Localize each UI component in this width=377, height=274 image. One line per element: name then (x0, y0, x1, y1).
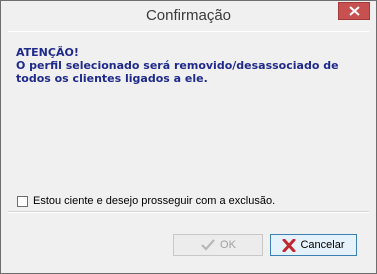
x-icon (282, 238, 296, 252)
close-button[interactable] (338, 2, 370, 20)
ok-button-label: OK (220, 239, 236, 251)
confirmation-dialog: Confirmação ATENÇÃO! O perfil selecionad… (0, 0, 377, 274)
cancel-button[interactable]: Cancelar (270, 234, 357, 256)
warning-line: todos os clientes ligados a ele. (16, 72, 208, 85)
confirm-checkbox-row[interactable]: Estou ciente e desejo prosseguir com a e… (17, 193, 275, 209)
close-icon (349, 6, 360, 16)
warning-heading: ATENÇÃO! (16, 46, 79, 59)
confirm-checkbox[interactable] (17, 195, 28, 207)
title-bar[interactable]: Confirmação (1, 1, 376, 31)
checkmark-icon (200, 238, 216, 252)
ok-button[interactable]: OK (173, 234, 263, 256)
divider (8, 211, 369, 213)
dialog-title: Confirmação (145, 7, 232, 24)
warning-line: O perfil selecionado será removido/desas… (16, 59, 339, 72)
dialog-body: ATENÇÃO! O perfil selecionado será remov… (8, 31, 369, 269)
cancel-button-label: Cancelar (300, 239, 345, 251)
confirm-checkbox-label[interactable]: Estou ciente e desejo prosseguir com a e… (33, 195, 275, 207)
warning-message: ATENÇÃO! O perfil selecionado será remov… (16, 46, 339, 85)
